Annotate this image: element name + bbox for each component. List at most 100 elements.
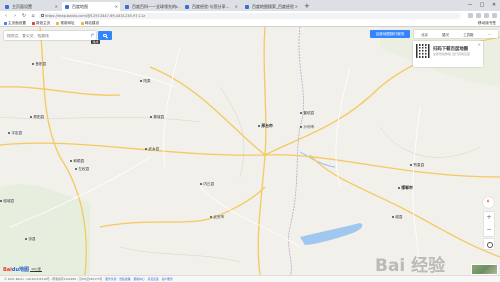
scale-bar: 10公里 xyxy=(30,267,42,272)
search-icon xyxy=(103,33,107,38)
directions-icon[interactable]: ↱ xyxy=(89,33,96,39)
tab-label: 主页面设置 xyxy=(12,4,32,9)
maximize-button[interactable]: □ xyxy=(476,0,488,11)
browser-toolbar: ‹ › ↻ ⌂ https://map.baidu.com/@12913447.… xyxy=(0,11,500,20)
tab-4[interactable]: 百度地图搜索_百度经验 ✕ xyxy=(242,2,300,11)
footer-link[interactable]: 隐私政策 xyxy=(119,277,130,281)
mobile-bookmarks[interactable]: 移动版书签 xyxy=(478,21,496,26)
folder-icon xyxy=(80,21,84,25)
route-service-button[interactable]: 百度地图随行服务 xyxy=(370,30,410,38)
lock-icon xyxy=(41,14,44,17)
tab-close-icon[interactable]: ✕ xyxy=(295,2,298,11)
watermark: Bai 经验 xyxy=(375,256,446,275)
satellite-toggle[interactable] xyxy=(471,264,498,275)
city-label[interactable]: 阳泉 xyxy=(140,79,151,84)
footer: © 2021 Baidu - GS(2019)5218号 - 甲测资字11009… xyxy=(0,275,500,282)
city-label[interactable]: 涉县 xyxy=(25,237,36,242)
zoom-out-button[interactable]: − xyxy=(484,224,494,236)
qr-download-panel: 扫码下载百度地图 全新导航体验 出行就用百度 ✕ xyxy=(413,41,483,67)
compass-icon[interactable] xyxy=(483,197,494,208)
tab-label: 百度地图 xyxy=(72,4,88,9)
traffic-button[interactable]: 路况 xyxy=(442,32,449,37)
city-label[interactable]: 磁县 xyxy=(392,215,403,220)
bookmark-star-icon[interactable] xyxy=(476,13,481,18)
tab-label: 百度百科——全球领先的... xyxy=(132,4,180,9)
tooltip: 路线 xyxy=(91,40,101,44)
city-label[interactable]: 临城县 xyxy=(0,199,14,204)
city-label[interactable]: 赞皇县 xyxy=(410,163,424,168)
tab-label: 百度地图搜索_百度经验 xyxy=(252,4,294,9)
search-box: ↱ xyxy=(4,31,96,40)
city-label[interactable]: 邢台市 xyxy=(258,123,273,129)
bookmark-label: 新浪主页 xyxy=(35,20,51,25)
tab-favicon xyxy=(65,4,69,9)
map-canvas[interactable]: ↱ 路线 百度地图随行服务 北京 路况 工具箱 ... 扫码下载百度地图 全新导… xyxy=(0,27,500,275)
bookmarks-bar: 主页面设置 新浪主页 常用网址 网站建设 移动版书签 xyxy=(0,20,500,27)
home-icon[interactable]: ⌂ xyxy=(30,13,36,19)
more-button[interactable]: ... xyxy=(488,32,491,36)
map-toolbar: 北京 路况 工具箱 ... xyxy=(414,30,498,38)
window-controls: — □ ✕ xyxy=(464,0,500,11)
tab-close-icon[interactable]: ✕ xyxy=(175,2,178,11)
bookmark-item[interactable]: 新浪主页 xyxy=(31,20,51,26)
extension-icon[interactable] xyxy=(468,13,473,18)
bookmark-item[interactable]: 网站建设 xyxy=(80,21,99,26)
footer-link[interactable]: 服务条款 xyxy=(105,277,116,281)
toolbox-button[interactable]: 工具箱 xyxy=(463,32,473,37)
city-label[interactable]: 武安市 xyxy=(210,215,224,220)
footer-link[interactable]: 帮助中心 xyxy=(133,277,144,281)
reload-icon[interactable]: ↻ xyxy=(21,13,27,19)
forward-icon[interactable]: › xyxy=(12,13,18,19)
close-icon[interactable]: ✕ xyxy=(478,42,481,47)
city-label[interactable]: 寿阳县 xyxy=(30,115,44,120)
tab-favicon xyxy=(185,4,189,9)
footer-link[interactable]: 意见反馈 xyxy=(148,277,159,281)
search-button[interactable] xyxy=(98,31,112,40)
tab-0[interactable]: 主页面设置 ✕ xyxy=(2,2,60,11)
search-input[interactable] xyxy=(4,31,89,40)
toolbar-icons xyxy=(468,13,497,18)
download-icon[interactable] xyxy=(484,13,489,18)
baidu-logo: Baidu地图 xyxy=(3,267,30,273)
tab-close-icon[interactable]: ✕ xyxy=(55,2,58,11)
city-label[interactable]: 武乡县 xyxy=(145,147,159,152)
city-label[interactable]: 平定县 xyxy=(8,131,22,136)
locate-icon[interactable] xyxy=(484,239,494,249)
city-switch[interactable]: 北京 xyxy=(421,32,428,37)
city-label[interactable]: 黎城县 xyxy=(150,115,164,120)
city-label[interactable]: 左权县 xyxy=(75,167,89,172)
address-bar[interactable]: https://map.baidu.com/@12913447.69,44312… xyxy=(39,12,461,19)
tab-favicon xyxy=(245,4,249,9)
browser-tabbar: 主页面设置 ✕ 百度地图 ✕ 百度百科——全球领先的... ✕ 百度经验-与您分享..… xyxy=(0,0,500,11)
tab-2[interactable]: 百度百科——全球领先的... ✕ xyxy=(122,2,180,11)
back-icon[interactable]: ‹ xyxy=(3,13,9,19)
close-window-button[interactable]: ✕ xyxy=(488,0,500,11)
minimize-button[interactable]: — xyxy=(464,0,476,11)
folder-icon xyxy=(56,21,60,25)
tab-1[interactable]: 百度地图 ✕ xyxy=(62,2,120,11)
new-tab-button[interactable]: + xyxy=(304,2,310,11)
tab-3[interactable]: 百度经验-与您分享... ✕ xyxy=(182,2,240,11)
city-label[interactable]: 昔阳县 xyxy=(32,62,46,67)
bookmark-item[interactable]: 主页面设置 xyxy=(4,21,26,26)
city-label[interactable]: 邯郸市 xyxy=(398,185,413,191)
tab-close-icon[interactable]: ✕ xyxy=(235,2,238,11)
city-label[interactable]: 襄垣县 xyxy=(300,111,314,116)
footer-link[interactable]: 商户服务 xyxy=(162,277,173,281)
city-label[interactable]: 内丘县 xyxy=(200,182,214,187)
tab-label: 百度经验-与您分享... xyxy=(192,4,230,9)
bookmark-item[interactable]: 常用网址 xyxy=(56,20,75,26)
bookmark-label: 常用网址 xyxy=(60,20,75,25)
city-label[interactable]: 沙河市 xyxy=(300,125,314,130)
bookmark-label: 主页面设置 xyxy=(8,20,26,25)
tab-favicon xyxy=(125,4,129,9)
zoom-control: + − xyxy=(484,212,494,236)
qr-subtitle: 全新导航体验 出行就用百度 xyxy=(433,52,470,56)
tab-close-icon[interactable]: ✕ xyxy=(115,2,118,11)
folder-icon xyxy=(4,21,7,25)
qr-code xyxy=(416,44,430,58)
city-label[interactable]: 和顺县 xyxy=(70,159,84,164)
menu-icon[interactable] xyxy=(492,13,497,18)
footer-copyright: © 2021 Baidu - GS(2019)5218号 - 甲测资字11009… xyxy=(4,277,103,281)
zoom-in-button[interactable]: + xyxy=(484,212,494,224)
